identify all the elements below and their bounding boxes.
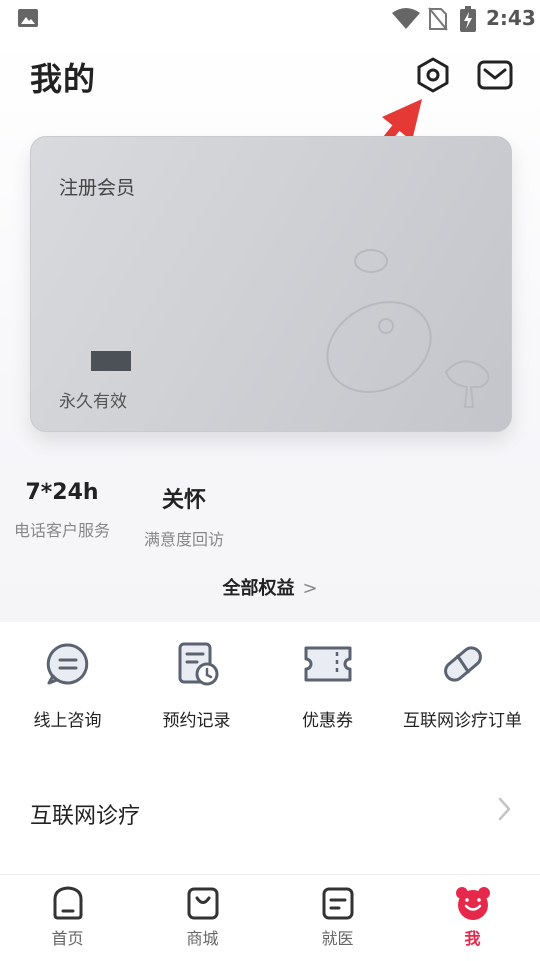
chevron-right-icon [498,797,511,821]
member-validity: 永久有效 [59,392,127,412]
all-benefits-label: 全部权益 [222,578,295,599]
nav-me[interactable]: 我 [405,885,540,949]
appointment-record-icon [178,642,218,686]
nav-medical[interactable]: 就医 [270,885,405,949]
service-label: 预约记录 [162,711,231,731]
service-shortcuts: 线上咨询 预约记录 优惠券 互联网诊疗订单 [0,640,540,750]
clock: 2:43 [486,6,536,30]
no-sim-icon [428,7,448,31]
nav-shop[interactable]: 商城 [135,885,270,949]
service-appointment-record[interactable]: 预约记录 [129,640,264,731]
wifi-icon [392,8,420,29]
bear-emboss-icon [326,249,490,408]
pill-icon [443,646,482,682]
chat-icon [46,643,88,685]
benefit-label: 电话客户服务 [13,521,110,540]
nav-label: 商城 [186,929,219,948]
nav-label: 我 [464,929,481,948]
service-coupon[interactable]: 优惠券 [260,640,395,731]
mail-icon[interactable] [476,58,514,92]
nav-home[interactable]: 首页 [0,885,135,949]
bottom-navigation: 首页 商城 就医 我 [0,874,540,961]
battery-charging-icon [460,6,476,32]
status-bar: 2:43 [0,0,540,36]
shop-bag-icon [187,887,218,920]
benefit-care-visit[interactable]: 关怀 满意度回访 [132,482,236,550]
menu-label: 互联网诊疗 [30,804,141,829]
nav-label: 首页 [51,929,84,948]
all-benefits-link[interactable]: 全部权益 > [0,574,540,600]
medical-icon [322,887,353,920]
service-internet-order[interactable]: 互联网诊疗订单 [395,640,530,731]
benefit-label: 满意度回访 [143,530,224,549]
service-online-consult[interactable]: 线上咨询 [0,640,135,731]
page-title: 我的 [30,60,97,98]
bear-icon [455,887,490,920]
chevron-right-icon: > [302,578,318,599]
home-icon [53,886,82,920]
service-label: 优惠券 [302,711,353,731]
coupon-icon [304,646,351,682]
benefit-value: 7*24h [25,480,99,505]
service-label: 线上咨询 [33,711,102,731]
member-card[interactable]: 注册会员 永久有效 [30,136,512,432]
service-label: 互联网诊疗订单 [403,711,522,731]
member-level: 注册会员 [59,177,136,199]
image-icon [18,9,38,27]
benefit-value: 关怀 [161,488,206,513]
card-chip [91,351,131,371]
benefit-phone-service[interactable]: 7*24h 电话客户服务 [8,480,116,541]
menu-internet-diagnosis[interactable]: 互联网诊疗 [0,780,540,844]
settings-icon[interactable] [414,56,452,94]
nav-label: 就医 [321,929,354,948]
